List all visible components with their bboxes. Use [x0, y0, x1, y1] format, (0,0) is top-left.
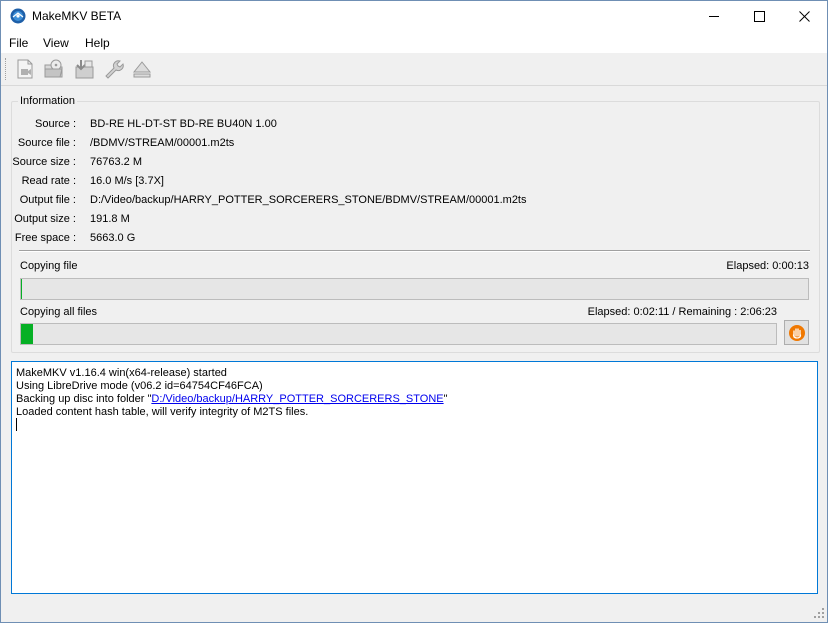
information-group-title: Information	[18, 95, 78, 107]
log-line-suffix: "	[443, 393, 448, 405]
eject-icon	[132, 61, 152, 78]
maximize-icon	[753, 10, 765, 22]
maximize-button[interactable]	[736, 1, 782, 31]
preferences-button[interactable]	[101, 57, 125, 81]
menu-help-label: Help	[85, 36, 110, 50]
copying-file-progress-fill	[21, 279, 22, 299]
menu-file-label: File	[9, 36, 29, 50]
log-line: Backing up disc into folder "D:/Video/ba…	[16, 393, 448, 405]
menu-bar: File View Help	[1, 31, 827, 53]
stop-hand-icon	[788, 324, 805, 341]
open-disc-icon	[44, 59, 63, 78]
info-separator	[19, 250, 810, 252]
source-size-value: 76763.2 M	[90, 156, 142, 168]
status-bar	[1, 599, 827, 621]
text-caret	[16, 418, 17, 431]
size-grip-icon[interactable]	[813, 607, 825, 619]
log-line: Using LibreDrive mode (v06.2 id=64754CF4…	[16, 380, 263, 392]
close-icon	[798, 10, 810, 22]
open-disc-button[interactable]	[42, 57, 66, 81]
backup-icon	[75, 60, 94, 79]
source-value: BD-RE HL-DT-ST BD-RE BU40N 1.00	[90, 118, 277, 130]
log-line-prefix: Backing up disc into folder "	[16, 393, 152, 405]
copying-all-elapsed: Elapsed: 0:02:11 / Remaining : 2:06:23	[587, 306, 777, 318]
copying-all-label: Copying all files	[20, 306, 98, 318]
menu-help[interactable]: Help	[85, 36, 110, 50]
title-bar[interactable]: MakeMKV BETA	[1, 1, 827, 31]
log-line: MakeMKV v1.16.4 win(x64-release) started	[16, 367, 227, 379]
minimize-icon	[708, 15, 719, 17]
open-files-button[interactable]	[13, 57, 37, 81]
output-size-value: 191.8 M	[90, 213, 130, 225]
menu-view[interactable]: View	[43, 36, 69, 50]
free-space-label: Free space :	[14, 232, 76, 244]
read-rate-label: Read rate :	[21, 175, 76, 187]
free-space-value: 5663.0 G	[90, 232, 136, 244]
minimize-button[interactable]	[691, 1, 737, 31]
menu-view-label: View	[43, 36, 69, 50]
toolbar-grip[interactable]	[5, 58, 9, 80]
log-textarea[interactable]: MakeMKV v1.16.4 win(x64-release) started…	[11, 361, 818, 594]
menu-file[interactable]: File	[9, 36, 28, 50]
backup-folder-link[interactable]: D:/Video/backup/HARRY_POTTER_SORCERERS_S…	[151, 393, 443, 405]
output-file-value: D:/Video/backup/HARRY_POTTER_SORCERERS_S…	[90, 194, 527, 206]
source-file-value: /BDMV/STREAM/00001.m2ts	[90, 137, 235, 149]
open-files-icon	[17, 59, 33, 79]
output-file-label: Output file :	[19, 194, 76, 206]
backup-button[interactable]	[72, 57, 96, 81]
copying-all-progress-bar	[20, 323, 777, 345]
stop-button[interactable]	[784, 320, 809, 345]
source-size-label: Source size :	[12, 156, 76, 168]
output-size-label: Output size :	[14, 213, 76, 225]
close-button[interactable]	[781, 1, 827, 31]
copying-all-progress-fill	[21, 324, 34, 344]
wrench-icon	[105, 60, 124, 79]
makemkv-app-icon	[10, 8, 26, 24]
source-label: Source :	[35, 118, 76, 130]
eject-button[interactable]	[130, 57, 154, 81]
copying-file-progress-bar	[20, 278, 809, 300]
read-rate-value: 16.0 M/s [3.7X]	[90, 175, 164, 187]
copying-file-label: Copying file	[20, 260, 78, 272]
copying-file-elapsed: Elapsed: 0:00:13	[726, 260, 809, 272]
toolbar	[1, 53, 827, 86]
main-window: MakeMKV BETA File View Help Information …	[0, 0, 828, 623]
source-file-label: Source file :	[17, 137, 76, 149]
log-line: Loaded content hash table, will verify i…	[16, 406, 309, 418]
window-title: MakeMKV BETA	[32, 9, 122, 23]
